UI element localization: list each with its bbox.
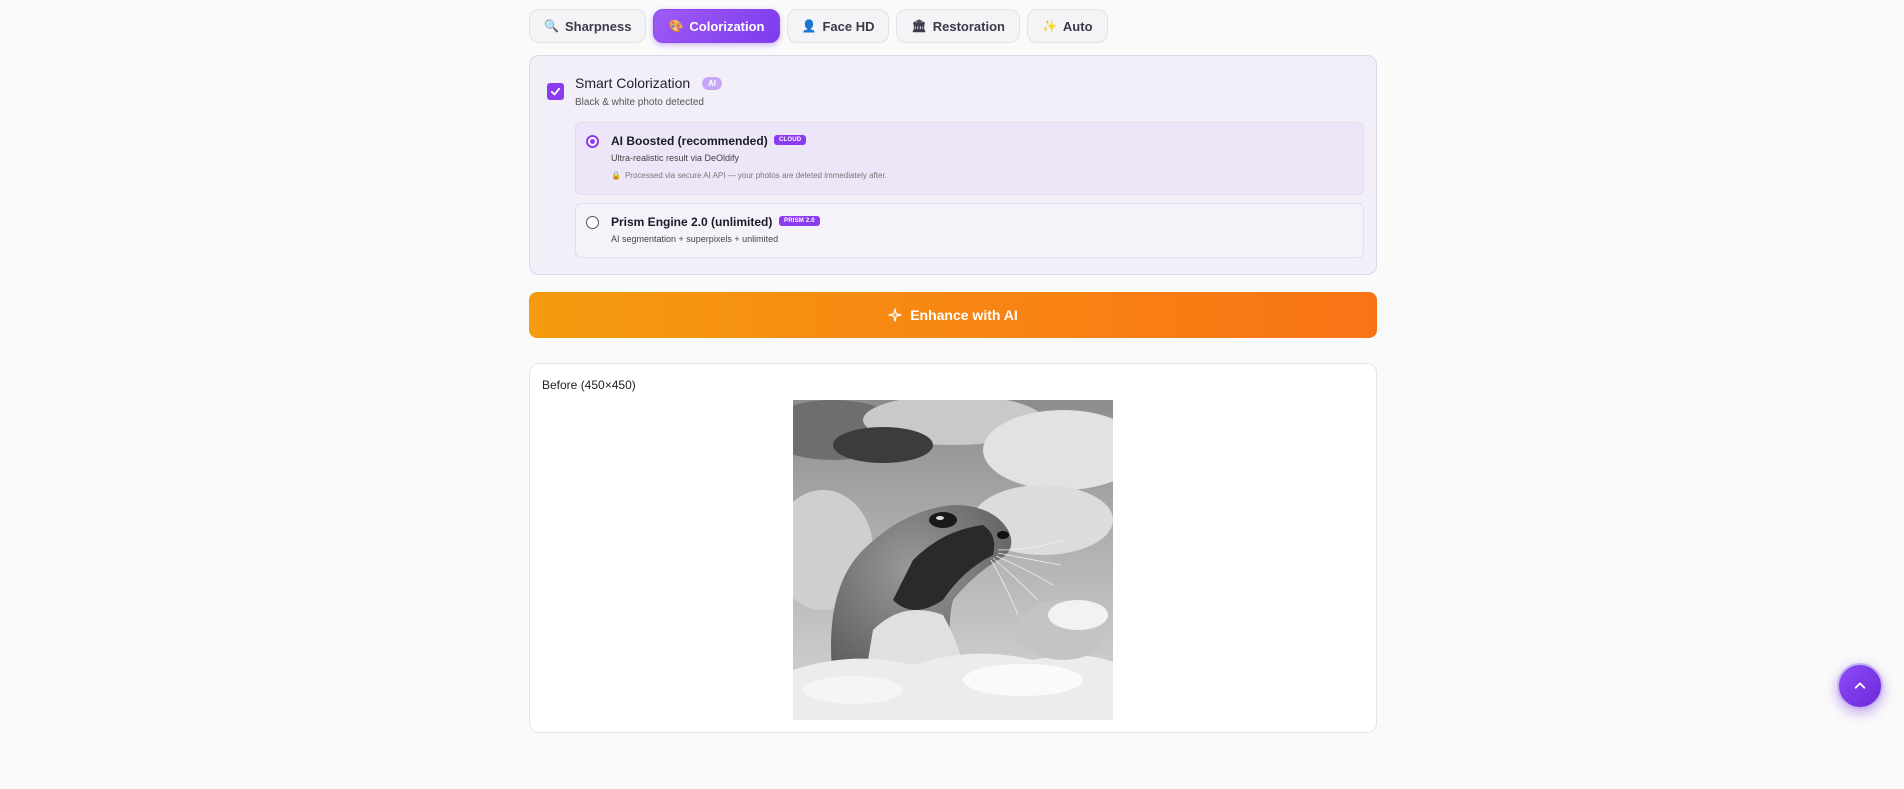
enhance-button[interactable]: Enhance with AI: [529, 292, 1377, 338]
preview-label: Before (450×450): [542, 378, 636, 392]
panel-subtitle: Black & white photo detected: [575, 97, 704, 108]
panel-title: Smart Colorization: [575, 75, 691, 91]
palette-icon: 🎨: [668, 19, 684, 33]
option-ai-boosted[interactable]: AI Boosted (recommended) CLOUD Ultra-rea…: [575, 122, 1364, 195]
privacy-note-text: Processed via secure AI API — your photo…: [624, 171, 887, 180]
building-icon: 🏛: [911, 19, 927, 33]
tab-restoration[interactable]: 🏛 Restoration: [896, 9, 1020, 43]
tab-sharpness[interactable]: 🔍 Sharpness: [529, 9, 647, 43]
enhance-button-label: Enhance with AI: [910, 307, 1018, 323]
sparkles-icon: ✨: [1041, 19, 1057, 33]
chevron-up-icon: [1854, 682, 1866, 689]
tab-label: Auto: [1062, 18, 1093, 34]
tab-colorization[interactable]: 🎨 Colorization: [653, 9, 780, 43]
lock-icon: 🔒: [611, 171, 621, 180]
cloud-badge: CLOUD: [774, 135, 807, 145]
option-title: AI Boosted (recommended): [611, 134, 768, 148]
tab-label: Sharpness: [564, 18, 632, 34]
option-description: Ultra-realistic result via DeOldify: [611, 153, 740, 163]
tab-face-hd[interactable]: 👤 Face HD: [786, 9, 890, 43]
option-prism-engine[interactable]: Prism Engine 2.0 (unlimited) PRISM 2.0 A…: [575, 203, 1364, 258]
prism-badge: PRISM 2.0: [779, 216, 820, 226]
mode-tabs: 🔍 Sharpness 🎨 Colorization 👤 Face HD 🏛 R…: [529, 9, 1108, 43]
tab-auto[interactable]: ✨ Auto: [1026, 9, 1108, 43]
ai-boosted-radio[interactable]: [586, 135, 599, 148]
colorization-panel: Smart Colorization AI Black & white phot…: [529, 55, 1377, 275]
tab-label: Restoration: [932, 18, 1005, 34]
privacy-note: 🔒 Processed via secure AI API — your pho…: [611, 171, 887, 180]
magnifier-icon: 🔍: [544, 19, 559, 33]
option-title: Prism Engine 2.0 (unlimited): [611, 215, 773, 229]
tab-label: Colorization: [689, 18, 765, 34]
scroll-to-top-button[interactable]: [1837, 663, 1883, 709]
ai-badge: AI: [702, 77, 722, 90]
prism-engine-radio[interactable]: [586, 216, 599, 229]
seal-photo-image: [793, 400, 1113, 720]
option-description: AI segmentation + superpixels + unlimite…: [611, 234, 779, 244]
before-preview-card: Before (450×450): [529, 363, 1377, 733]
smart-colorization-checkbox[interactable]: [547, 83, 564, 100]
person-icon: 👤: [801, 19, 817, 33]
sparkle-icon: [888, 308, 902, 322]
before-photo: [793, 400, 1113, 720]
tab-label: Face HD: [822, 18, 875, 34]
check-icon: [550, 87, 561, 96]
